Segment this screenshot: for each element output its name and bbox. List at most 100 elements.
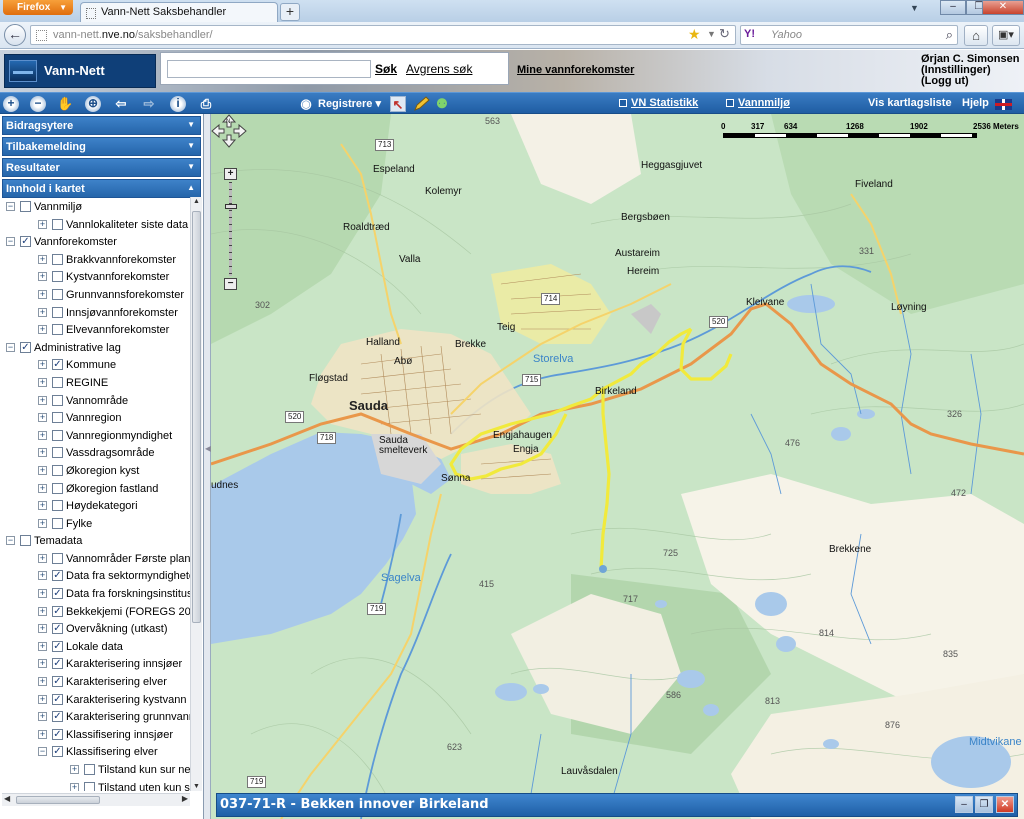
english-flag-icon[interactable] xyxy=(995,99,1012,110)
expand-icon[interactable]: + xyxy=(38,272,47,282)
select-tool-icon[interactable]: ↖ xyxy=(390,96,406,112)
expand-icon[interactable]: + xyxy=(38,465,47,475)
search-input[interactable] xyxy=(167,60,371,78)
layer-list-button[interactable]: Vis kartlagsliste xyxy=(868,97,952,109)
layer-checkbox[interactable] xyxy=(52,271,63,283)
my-water-bodies-link[interactable]: Mine vannforekomster xyxy=(517,64,634,76)
collapse-icon[interactable]: − xyxy=(6,202,15,211)
collapse-icon[interactable]: − xyxy=(38,747,47,757)
scroll-thumb[interactable] xyxy=(192,211,201,623)
zoom-track[interactable] xyxy=(229,182,232,276)
history-dropdown-icon[interactable]: ▼ xyxy=(707,29,716,39)
expand-icon[interactable]: + xyxy=(38,624,47,634)
logout-link[interactable]: (Logg ut) xyxy=(921,76,1019,87)
bookmark-star-icon[interactable]: ★ xyxy=(688,26,701,43)
layer-checkbox[interactable]: ✓ xyxy=(52,746,63,758)
layer-checkbox[interactable] xyxy=(52,376,63,388)
layer-label[interactable]: Høydekategori xyxy=(66,500,138,512)
layer-label[interactable]: Elvevannforekomster xyxy=(66,324,169,336)
layer-label[interactable]: Karakterisering grunnvann xyxy=(66,711,190,723)
expand-icon[interactable]: + xyxy=(38,448,47,458)
expand-icon[interactable]: + xyxy=(38,606,47,616)
expand-icon[interactable]: + xyxy=(38,501,47,511)
layer-label[interactable]: REGINE xyxy=(66,377,108,389)
tree-vertical-scrollbar[interactable]: ▲ ▼ xyxy=(190,197,202,791)
collapse-icon[interactable]: − xyxy=(6,237,15,247)
web-search-field[interactable]: Y! Yahoo ⌕ xyxy=(740,25,958,45)
layer-label[interactable]: Data fra forskningsinstitusj xyxy=(66,588,190,600)
layer-label[interactable]: Bekkekjemi (FOREGS 2008 xyxy=(66,606,190,618)
print-icon[interactable]: ⎙ xyxy=(198,96,214,112)
zoom-in-icon[interactable]: + xyxy=(3,96,19,112)
layer-label[interactable]: Tilstand uten kun su xyxy=(98,782,190,791)
layer-label[interactable]: Grunnvannsforekomster xyxy=(66,289,184,301)
expand-icon[interactable]: + xyxy=(38,589,47,599)
layer-label[interactable]: Temadata xyxy=(34,535,82,547)
expand-icon[interactable]: + xyxy=(70,765,79,774)
edit-pencil-icon[interactable] xyxy=(413,96,431,112)
layer-label[interactable]: Brakkvannforekomster xyxy=(66,254,176,266)
zoom-minus-button[interactable]: − xyxy=(224,278,237,290)
layer-label[interactable]: Vannregion xyxy=(66,412,121,424)
layer-checkbox[interactable] xyxy=(52,447,63,459)
layer-checkbox[interactable]: ✓ xyxy=(52,605,63,617)
next-extent-icon[interactable]: ⇨ xyxy=(141,96,157,112)
layer-label[interactable]: Administrative lag xyxy=(34,342,121,354)
browser-tab[interactable]: Vann-Nett Saksbehandler xyxy=(80,2,278,23)
layer-checkbox[interactable]: ✓ xyxy=(52,711,63,723)
vannmiljo-link[interactable]: Vannmiljø xyxy=(726,97,790,109)
layer-checkbox[interactable]: ✓ xyxy=(52,570,63,582)
add-user-icon[interactable]: ⚉ xyxy=(434,96,450,112)
layer-checkbox[interactable] xyxy=(52,552,63,564)
window-close-button[interactable]: ✕ xyxy=(982,0,1024,15)
scroll-thumb[interactable] xyxy=(16,796,100,804)
minimize-button[interactable]: – xyxy=(940,0,966,15)
layer-checkbox[interactable] xyxy=(20,535,31,547)
new-tab-button[interactable]: + xyxy=(280,3,300,21)
bookmarks-button[interactable]: ▣▾ xyxy=(992,25,1020,46)
panel-minimize-button[interactable]: – xyxy=(955,796,973,813)
layer-label[interactable]: Overvåkning (utkast) xyxy=(66,623,167,635)
layer-label[interactable]: Klassifisering innsjøer xyxy=(66,729,173,741)
layer-checkbox[interactable] xyxy=(52,394,63,406)
layer-label[interactable]: Innsjøvannforekomster xyxy=(66,307,178,319)
layer-label[interactable]: Økoregion fastland xyxy=(66,483,158,495)
vn-statistics-link[interactable]: VN Statistikk xyxy=(619,97,698,109)
layer-label[interactable]: Kystvannforekomster xyxy=(66,271,169,283)
expand-icon[interactable]: + xyxy=(38,430,47,440)
layer-label[interactable]: Vannområder Første planfa xyxy=(66,553,190,565)
layer-checkbox[interactable] xyxy=(84,764,95,775)
layer-checkbox[interactable] xyxy=(52,288,63,300)
expand-icon[interactable]: + xyxy=(38,325,47,335)
zoom-out-icon[interactable]: − xyxy=(30,96,46,112)
expand-icon[interactable]: + xyxy=(38,360,47,370)
url-bar[interactable]: vann-nett.nve.no/saksbehandler/ ★ ▼ ↻ xyxy=(30,25,736,45)
tree-horizontal-scrollbar[interactable]: ◀ ▶ xyxy=(2,793,190,806)
scroll-right-icon[interactable]: ▶ xyxy=(182,794,188,803)
expand-icon[interactable]: + xyxy=(38,694,47,704)
zoom-plus-button[interactable]: + xyxy=(224,168,237,180)
layer-label[interactable]: Karakterisering kystvann xyxy=(66,694,186,706)
map-view[interactable]: Espeland Kolemyr Roaldtræd Valla Halland… xyxy=(211,114,1024,819)
layer-checkbox[interactable] xyxy=(52,482,63,494)
register-menu[interactable]: Registrere ▾ xyxy=(318,97,381,110)
panel-close-button[interactable]: ✕ xyxy=(996,796,1014,813)
panel-tilbakemelding[interactable]: Tilbakemelding ▼ xyxy=(2,137,201,156)
layer-label[interactable]: Tilstand kun sur ned xyxy=(98,764,190,776)
layer-label[interactable]: Klassifisering elver xyxy=(66,746,158,758)
layer-checkbox[interactable] xyxy=(52,253,63,265)
water-body-info-panel[interactable]: 037-71-R - Bekken innover Birkeland – ❐ … xyxy=(216,793,1018,817)
panel-bidragsytere[interactable]: Bidragsytere ▼ xyxy=(2,116,201,135)
layer-checkbox[interactable]: ✓ xyxy=(52,640,63,652)
expand-icon[interactable]: + xyxy=(38,254,47,264)
scroll-up-icon[interactable]: ▲ xyxy=(193,198,200,205)
layer-checkbox[interactable] xyxy=(52,429,63,441)
zoom-knob[interactable] xyxy=(225,204,237,209)
layer-label[interactable]: Vannregionmyndighet xyxy=(66,430,172,442)
layer-checkbox[interactable]: ✓ xyxy=(52,623,63,635)
layer-label[interactable]: Økoregion kyst xyxy=(66,465,139,477)
expand-icon[interactable]: + xyxy=(38,413,47,423)
refine-search-link[interactable]: Avgrens søk xyxy=(406,62,472,76)
layer-label[interactable]: Vassdragsområde xyxy=(66,447,154,459)
zoom-extent-icon[interactable]: ⊕ xyxy=(85,96,101,112)
